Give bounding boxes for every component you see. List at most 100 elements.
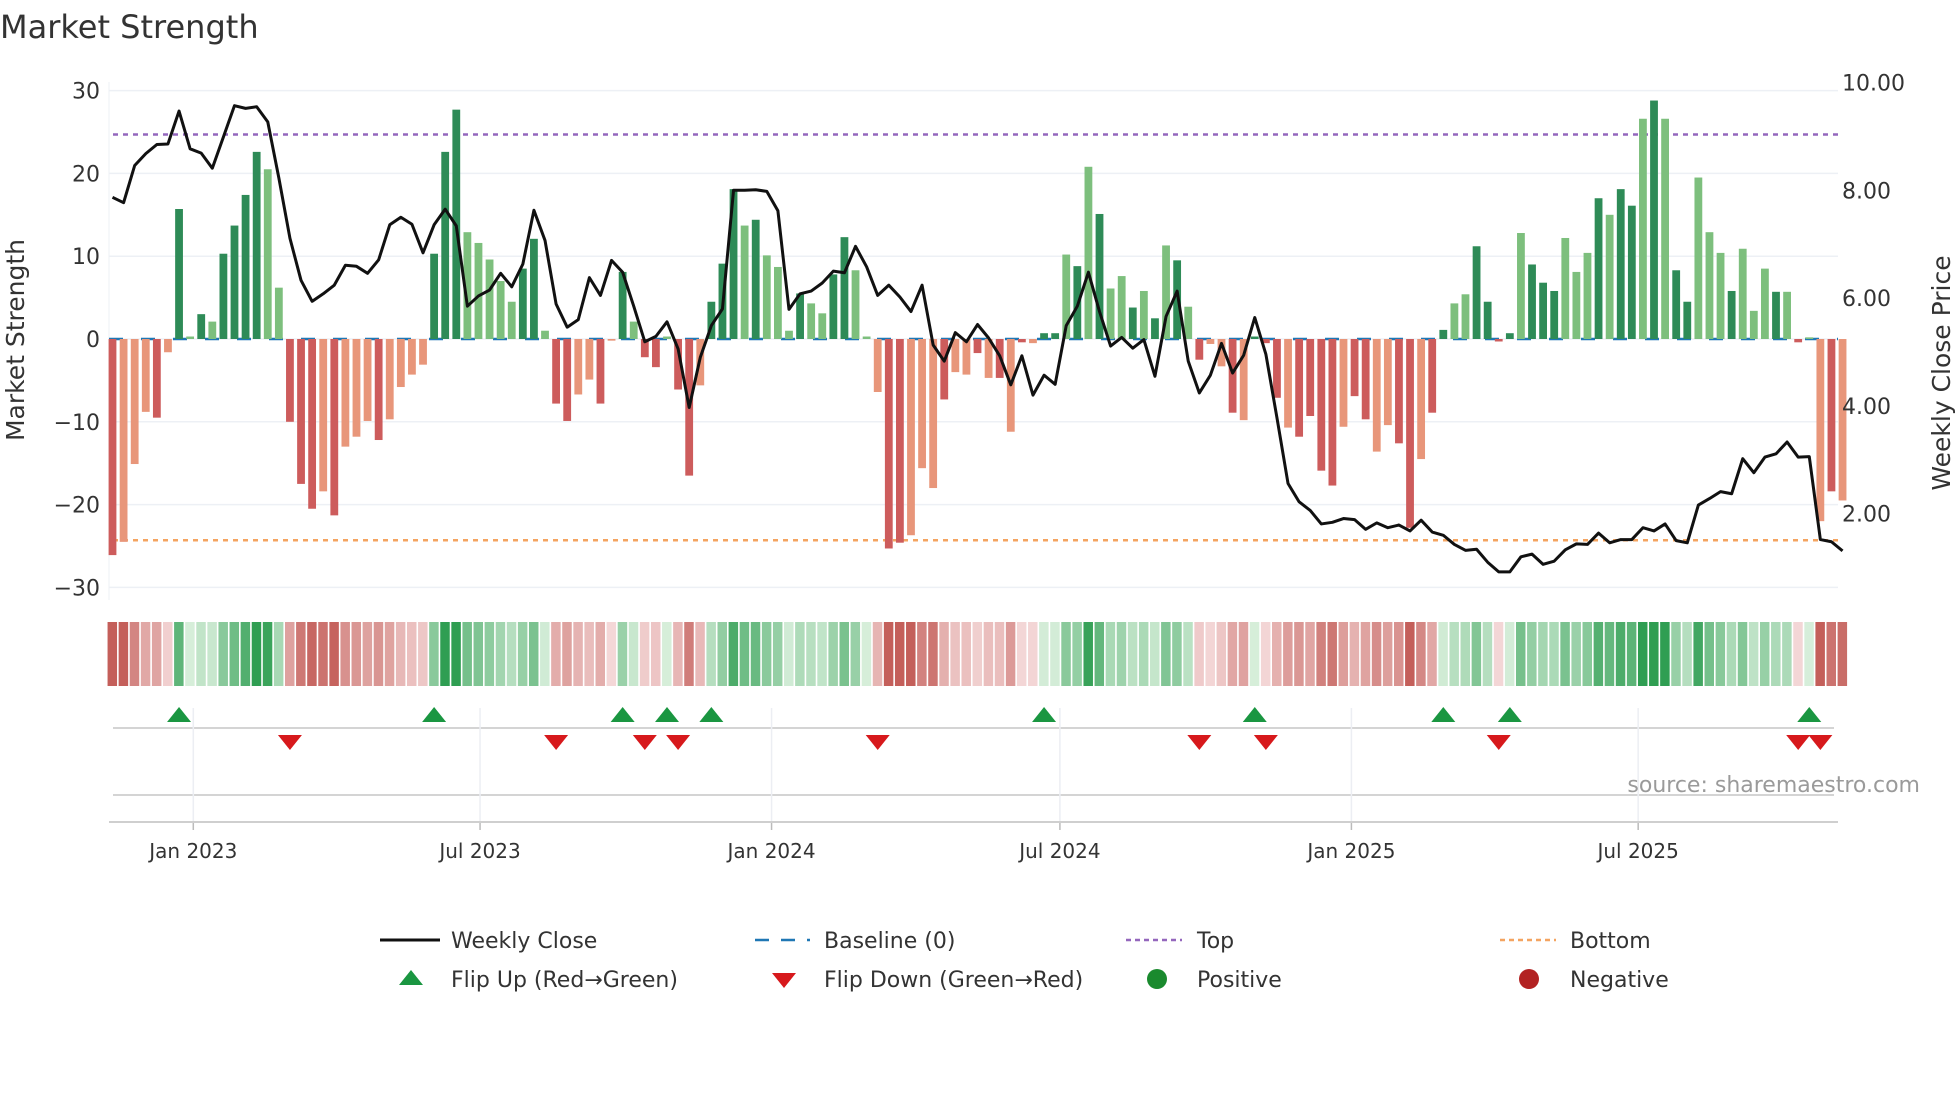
heat-strip-cell [1272,622,1282,686]
strength-bar [1151,318,1159,339]
heat-strip-cell [861,622,872,686]
heat-strip-cell [1238,622,1249,686]
flip-up-marker [1497,707,1522,722]
legend-top-label: Top [1196,929,1234,954]
heat-strip-cell [1072,622,1082,686]
heat-strip-cell [1161,622,1171,686]
strength-bar [1040,333,1048,339]
strength-bar [1639,118,1647,339]
strength-bar [940,339,949,400]
heat-strip-cell [440,622,450,686]
strength-bar [496,281,505,339]
heat-strip-cell [1427,622,1437,686]
strength-bar [1561,237,1570,339]
heat-strip-cell [1416,622,1426,686]
strength-bar [1672,270,1681,339]
heat-strip-cell [185,622,195,686]
x-tick-label: Jul 2025 [1595,839,1678,863]
strength-bar [1428,339,1437,413]
heat-strip-cell [1649,622,1659,686]
heat-strip-cell [1205,622,1215,686]
heat-strip-cell [761,622,772,686]
heat-strip-cell [1083,622,1093,686]
legend-flip-down-icon [772,973,796,988]
strength-bar [774,266,782,339]
left-axis-title: Market Strength [1,239,30,441]
heat-strip-cell [828,622,838,686]
strength-bar [1306,339,1315,417]
strength-bar [829,274,838,339]
strength-bar [485,259,494,339]
heat-strip-cell [606,622,617,686]
heat-strip-cell [406,622,417,686]
strength-bar [907,339,915,536]
strength-bar [796,293,804,339]
strength-bar [851,270,860,339]
heat-strip-cell [528,622,539,686]
strength-bar [1461,294,1470,339]
flip-up-marker [422,707,447,722]
heat-strip-cell [1671,622,1681,686]
strength-bar [1550,290,1559,339]
heat-strip-cell [395,622,406,686]
strength-bar [1206,339,1215,344]
heat-strip-cell [1604,622,1615,686]
heat-strip-cell [451,622,461,686]
heat-strip-cell [1449,622,1459,686]
heat-strip-cell [1771,622,1781,686]
strength-bar [1450,303,1459,339]
heat-strip-cell [373,622,384,686]
strength-bar [219,253,228,339]
heat-strip-cell [1438,622,1448,686]
source-label: source: sharemaestro.com [1627,773,1920,798]
heat-strip-cell [1837,622,1848,686]
heat-strip-cell [628,622,639,686]
heat-strip-cell [1471,622,1482,686]
heat-strip-cell [140,622,151,686]
heat-strip-cell [950,622,960,686]
legend-baseline-label: Baseline (0) [824,929,955,954]
strength-bar [263,169,272,339]
heat-strip-cell [650,622,661,686]
flip-up-marker [1797,707,1822,722]
strength-bar [241,194,250,339]
heat-strip-cell [429,622,439,686]
heat-strip-cell [1294,622,1304,686]
heat-strip-cell [562,622,572,686]
heat-strip-cell [595,622,606,686]
legend-negative-label: Negative [1570,968,1669,993]
strength-bar [164,339,172,353]
strength-bar [1383,339,1392,426]
strength-bar [1805,337,1814,339]
strength-bar [1694,177,1703,339]
heat-strip-cell [1693,622,1703,686]
strength-bar [1339,339,1348,427]
strength-bar [1827,339,1836,492]
heat-strip-cell [1527,622,1537,686]
flip-down-marker [632,735,657,750]
heat-strip-cell [1704,622,1715,686]
legend-positive-icon [1147,969,1167,989]
left-tick-label: −20 [54,494,100,519]
strength-bar [973,339,982,354]
heat-strip-cell [262,622,273,686]
heat-strip-cell [972,622,983,686]
heat-strip-cell [484,622,495,686]
strength-bar [286,339,294,422]
heat-strip-cell [917,622,927,686]
x-axis: Jan 2023 Jul 2023 Jan 2024 Jul 2024 Jan 2025… [109,708,1838,863]
heat-strip-cell [118,622,129,686]
chart-title: Market Strength [0,8,259,46]
heat-strip-cell [739,622,750,686]
strength-bar [130,339,139,465]
strength-bar [474,242,483,339]
strength-bar [419,339,427,365]
heat-strip-cell [1382,622,1393,686]
heat-strip-cell [839,622,849,686]
strength-bar [1195,339,1204,360]
heat-strip-cell [1460,622,1471,686]
heat-strip-cell [617,622,628,686]
strength-bar [1472,246,1481,339]
strength-bar [1017,339,1026,343]
heat-strip-cell [540,622,550,686]
